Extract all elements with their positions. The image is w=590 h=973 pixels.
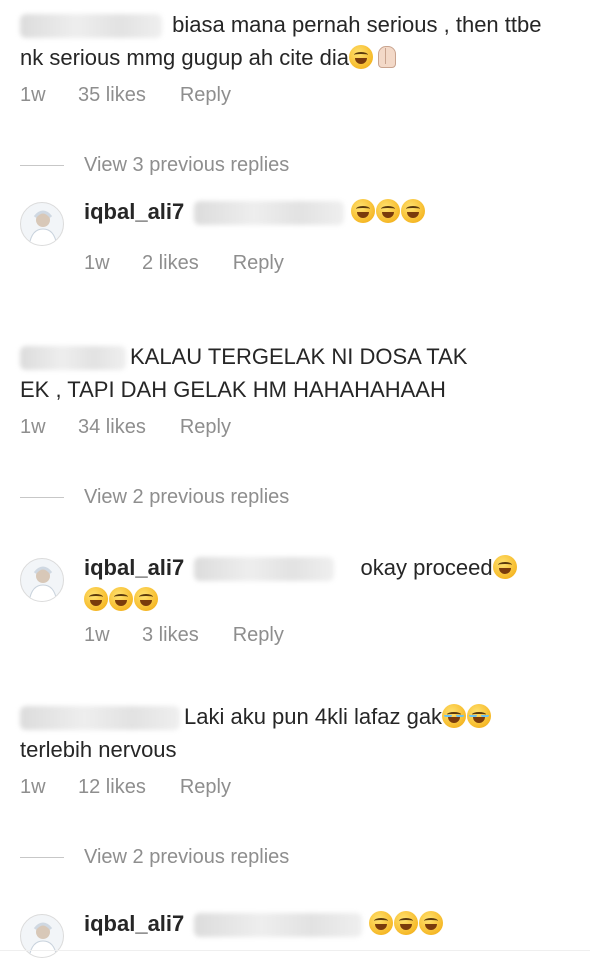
reply-button[interactable]: Reply bbox=[233, 624, 284, 647]
avatar[interactable] bbox=[20, 914, 64, 958]
blurred-username bbox=[20, 346, 126, 371]
comment: KALAU TERGELAK NI DOSA TAK EK , TAPI DAH… bbox=[20, 340, 570, 406]
reply-button[interactable]: Reply bbox=[180, 776, 231, 799]
rolling-laughing-emoji-icon bbox=[393, 911, 418, 935]
reply-text: iqbal_ali7 bbox=[84, 196, 570, 228]
comment-text: biasa mana pernah serious , then ttbe nk… bbox=[20, 12, 542, 70]
blurred-mention bbox=[194, 201, 345, 226]
comment-meta: 1w 12 likes Reply bbox=[20, 776, 231, 799]
thread-line bbox=[20, 497, 64, 498]
timestamp: 1w bbox=[20, 776, 46, 798]
blurred-mention bbox=[194, 557, 335, 582]
likes-count[interactable]: 3 likes bbox=[142, 624, 199, 647]
rolling-laughing-emoji-icon bbox=[418, 911, 443, 935]
avatar[interactable] bbox=[20, 558, 64, 602]
thread-line bbox=[20, 165, 64, 166]
reply-button[interactable]: Reply bbox=[180, 416, 231, 439]
reply-text: iqbal_ali7 okay proceed bbox=[84, 552, 570, 584]
rolling-laughing-emoji-icon bbox=[375, 199, 400, 223]
reply-button[interactable]: Reply bbox=[233, 252, 284, 275]
username[interactable]: iqbal_ali7 bbox=[84, 911, 184, 936]
likes-count[interactable]: 35 likes bbox=[78, 84, 146, 107]
timestamp: 1w bbox=[20, 416, 46, 438]
rolling-laughing-emoji-icon bbox=[368, 911, 393, 935]
tears-of-joy-emoji-icon bbox=[442, 704, 467, 728]
comment-text: KALAU TERGELAK NI DOSA TAK EK , TAPI DAH… bbox=[20, 344, 468, 402]
blurred-mention bbox=[194, 913, 363, 938]
reply-meta: 1w 3 likes Reply bbox=[84, 624, 570, 647]
reply-button[interactable]: Reply bbox=[180, 84, 231, 107]
tears-of-joy-emoji-icon bbox=[467, 704, 492, 728]
likes-count[interactable]: 2 likes bbox=[142, 252, 199, 275]
rolling-laughing-emoji-icon bbox=[134, 587, 158, 611]
timestamp: 1w bbox=[84, 252, 110, 274]
rolling-laughing-emoji-icon bbox=[400, 199, 425, 223]
view-previous-replies[interactable]: View 3 previous replies bbox=[20, 154, 289, 177]
thread-line bbox=[20, 857, 64, 858]
comment: biasa mana pernah serious , then ttbe nk… bbox=[20, 8, 570, 74]
rolling-laughing-emoji-icon bbox=[348, 45, 373, 69]
view-previous-replies[interactable]: View 2 previous replies bbox=[20, 486, 289, 509]
likes-count[interactable]: 12 likes bbox=[78, 776, 146, 799]
timestamp: 1w bbox=[84, 624, 110, 646]
timestamp: 1w bbox=[20, 84, 46, 106]
rolling-laughing-emoji-icon bbox=[109, 587, 133, 611]
view-previous-replies[interactable]: View 2 previous replies bbox=[20, 846, 289, 869]
rolling-laughing-emoji-icon bbox=[84, 587, 108, 611]
rolling-laughing-emoji-icon bbox=[350, 199, 375, 223]
username[interactable]: iqbal_ali7 bbox=[84, 555, 184, 580]
grinning-squinting-emoji-icon bbox=[492, 555, 517, 579]
avatar[interactable] bbox=[20, 202, 64, 246]
divider bbox=[0, 950, 590, 951]
likes-count[interactable]: 34 likes bbox=[78, 416, 146, 439]
username[interactable]: iqbal_ali7 bbox=[84, 199, 184, 224]
blurred-username bbox=[20, 14, 162, 39]
comment-meta: 1w 34 likes Reply bbox=[20, 416, 231, 439]
comment-meta: 1w 35 likes Reply bbox=[20, 84, 231, 107]
reply-text-emojis bbox=[84, 584, 570, 616]
blurred-username bbox=[20, 706, 180, 731]
reply-meta: 1w 2 likes Reply bbox=[84, 252, 570, 275]
comment-text: Laki aku pun 4kli lafaz gak terlebih ner… bbox=[20, 700, 570, 766]
comment: Laki aku pun 4kli lafaz gak terlebih ner… bbox=[20, 700, 570, 766]
praying-hands-emoji-icon bbox=[374, 45, 398, 69]
reply-text: iqbal_ali7 bbox=[84, 908, 570, 940]
